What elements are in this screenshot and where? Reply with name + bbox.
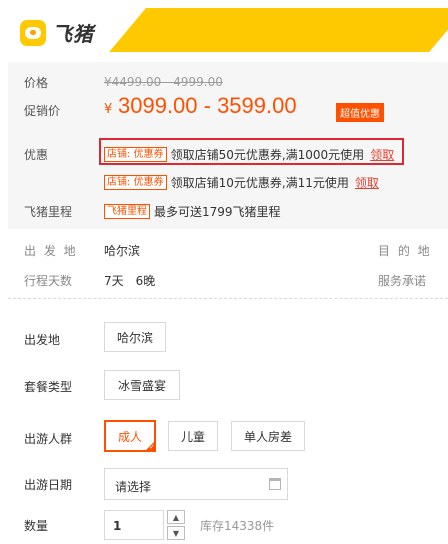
option-package-ice-feast[interactable]: 冰雪盛宴 xyxy=(104,370,180,400)
trip-days-label: 行程天数 xyxy=(24,274,73,288)
departure-option-label: 出发地 xyxy=(24,333,61,347)
option-traveler-adult[interactable]: 成人 ✓ xyxy=(104,420,156,452)
quantity-input[interactable]: 1 xyxy=(104,510,164,540)
claim-coupon-link[interactable]: 领取 xyxy=(355,174,379,191)
quantity-value: 1 xyxy=(113,519,122,533)
promo-price-value: 3099.00 - 3599.00 xyxy=(118,93,297,118)
quantity-decrease-button[interactable]: ▼ xyxy=(167,526,185,540)
coupon-description: 领取店铺50元优惠券,满1000元使用 xyxy=(170,148,365,162)
quantity-label: 数量 xyxy=(24,519,49,533)
option-traveler-adult-label: 成人 xyxy=(117,429,142,444)
calendar-icon[interactable] xyxy=(269,478,281,490)
section-divider xyxy=(8,298,448,299)
selected-check-icon: ✓ xyxy=(145,441,155,451)
brand-logo[interactable]: 飞猪 xyxy=(20,18,94,47)
travelers-option-label: 出游人群 xyxy=(24,432,73,446)
claim-coupon-link[interactable]: 领取 xyxy=(370,146,394,163)
price-panel: 价格 ¥4499.00 - 4999.00 促销价 ¥ 3099.00 - 35… xyxy=(8,62,448,229)
trip-days-value: 7天 6晚 xyxy=(104,274,156,288)
stock-count: 库存14338件 xyxy=(200,519,275,533)
promo-price-label: 促销价 xyxy=(24,104,61,118)
package-option-label: 套餐类型 xyxy=(24,380,73,394)
coupon-description: 领取店铺10元优惠券,满11元使用 xyxy=(170,176,349,190)
quantity-increase-button[interactable]: ▲ xyxy=(167,510,185,524)
departure-value: 哈尔滨 xyxy=(104,244,141,258)
destination-label: 目 的 地 xyxy=(378,244,432,258)
mileage-text: 最多可送1799飞猪里程 xyxy=(154,205,281,219)
mileage-label: 飞猪里程 xyxy=(24,205,73,219)
header: 飞猪 xyxy=(0,0,448,60)
date-option-label: 出游日期 xyxy=(24,478,73,492)
mileage-tag: 飞猪里程 xyxy=(104,204,150,219)
service-promise-link[interactable]: 服务承诺 xyxy=(378,272,426,289)
departure-label: 出 发 地 xyxy=(24,244,78,258)
store-coupon-tag: 店铺: 优惠券 xyxy=(104,147,167,162)
travel-date-picker[interactable]: 请选择 xyxy=(104,468,288,500)
header-yellow-banner xyxy=(109,8,448,52)
coupon-row: 店铺: 优惠券 领取店铺50元优惠券,满1000元使用 领取 xyxy=(104,146,394,163)
super-deal-badge: 超值优惠 xyxy=(336,103,384,122)
fliggy-pig-logo-icon xyxy=(20,19,46,46)
original-price: ¥4499.00 - 4999.00 xyxy=(104,75,223,89)
coupon-row: 店铺: 优惠券 领取店铺10元优惠券,满11元使用 领取 xyxy=(104,174,379,191)
store-coupon-tag: 店铺: 优惠券 xyxy=(104,175,167,190)
option-traveler-child[interactable]: 儿童 xyxy=(168,421,218,451)
brand-name: 飞猪 xyxy=(52,22,94,46)
currency-symbol: ¥ xyxy=(104,102,113,117)
mileage-row: 飞猪里程 最多可送1799飞猪里程 xyxy=(104,203,281,220)
offers-label: 优惠 xyxy=(24,148,49,162)
option-departure-harbin[interactable]: 哈尔滨 xyxy=(104,322,166,352)
price-label: 价格 xyxy=(24,76,49,90)
option-traveler-single-room[interactable]: 单人房差 xyxy=(231,421,305,451)
date-placeholder: 请选择 xyxy=(115,480,152,494)
